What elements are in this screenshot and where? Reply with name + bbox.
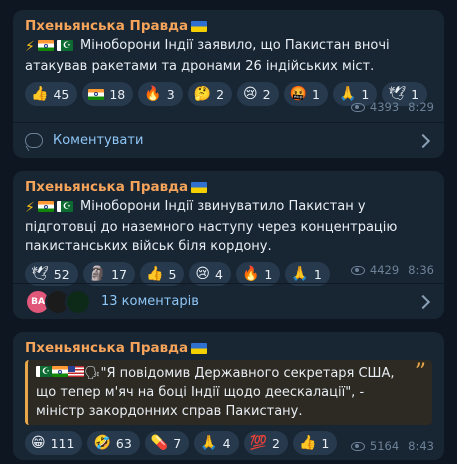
rolling-laughing-icon: 🤣: [93, 435, 111, 451]
message-post-1: Пхеньянська Правда ⚡ Міноборони Індії за…: [13, 10, 444, 158]
hundred-points-icon: 💯: [249, 435, 268, 451]
avatar: [65, 288, 91, 315]
comments-count-label: 13 коментарів: [101, 294, 199, 309]
folded-hands-icon: 🙏: [200, 435, 218, 451]
message-meta: 4429 8:36: [350, 263, 434, 277]
reaction-chip[interactable]: 18: [82, 82, 134, 106]
pakistan-flag-icon: [56, 37, 73, 56]
pakistan-flag-icon: [56, 198, 73, 217]
comment-icon: [25, 133, 43, 148]
chevron-right-icon: [415, 294, 431, 309]
view-count: 5164: [369, 439, 400, 453]
fire-icon: 🔥: [144, 86, 162, 102]
channel-name[interactable]: Пхеньянська Правда: [25, 338, 432, 358]
reaction-chip[interactable]: 👍 1: [292, 431, 338, 455]
reaction-chip[interactable]: 🤣 63: [87, 431, 140, 455]
quote-mark-icon: ”: [414, 360, 426, 385]
pill-icon: 💊: [150, 435, 169, 451]
channel-name[interactable]: Пхеньянська Правда: [25, 16, 432, 36]
folded-hands-icon: 🙏: [291, 266, 309, 282]
ukraine-flag-icon: [191, 182, 208, 193]
eye-icon: [350, 265, 365, 275]
angry-face-icon: 🤬: [289, 86, 308, 102]
dove-icon: 🕊: [31, 266, 49, 282]
thumbs-up-icon: 👍: [146, 266, 164, 282]
view-count: 4429: [369, 263, 400, 277]
india-flag-icon: [37, 40, 54, 51]
lightning-icon: ⚡: [25, 39, 35, 55]
reaction-chip[interactable]: 🤔 2: [187, 82, 233, 106]
reaction-chip[interactable]: 💊 7: [144, 431, 190, 455]
thinking-face-icon: 🤔: [193, 86, 212, 102]
comment-label: Коментувати: [53, 133, 144, 148]
timestamp: 8:29: [408, 100, 434, 114]
view-count: 4393: [369, 100, 400, 114]
thumbs-up-icon: 👍: [31, 86, 49, 102]
timestamp: 8:43: [408, 439, 434, 453]
india-flag-icon: [88, 88, 105, 100]
ukraine-flag-icon: [191, 343, 208, 354]
reaction-chip[interactable]: 🤬 1: [283, 82, 328, 106]
eye-icon: [350, 102, 365, 112]
reaction-chip[interactable]: 😢 2: [237, 82, 279, 106]
message-post-2: Пхеньянська Правда ⚡ Міноборони Індії зв…: [13, 171, 444, 319]
crying-face-icon: 😢: [195, 266, 211, 282]
reaction-chip[interactable]: 🙏 4: [194, 431, 239, 455]
chevron-right-icon: [415, 133, 431, 148]
comment-button[interactable]: Коментувати: [13, 122, 444, 158]
grinning-face-icon: 😁: [31, 435, 46, 451]
message-post-3: Пхеньянська Правда 🗣"Я повідомив Державн…: [13, 332, 444, 460]
reaction-chip[interactable]: 💯 2: [243, 431, 288, 455]
reaction-chip[interactable]: 🔥 3: [138, 82, 183, 106]
timestamp: 8:36: [408, 263, 434, 277]
message-text: ⚡ Міноборони Індії звинуватило Пакистан …: [25, 197, 432, 256]
usa-flag-icon: [68, 366, 84, 377]
eye-icon: [350, 441, 365, 451]
speaking-head-icon: 🗣: [84, 366, 101, 381]
message-meta: 4393 8:29: [350, 100, 434, 114]
message-text: ⚡ Міноборони Індії заявило, що Пакистан …: [25, 36, 432, 76]
crying-face-icon: 😢: [243, 86, 258, 102]
fire-icon: 🔥: [241, 266, 260, 282]
india-flag-icon: [37, 201, 54, 212]
dove-icon: 🕊: [388, 86, 407, 102]
pakistan-flag-icon: [36, 363, 52, 382]
message-meta: 5164 8:43: [350, 439, 434, 453]
channel-name[interactable]: Пхеньянська Правда: [25, 177, 432, 197]
ukraine-flag-icon: [191, 21, 208, 32]
folded-hands-icon: 🙏: [338, 86, 357, 102]
reaction-chip[interactable]: 😁 111: [25, 431, 83, 455]
quote-block: 🗣"Я повідомив Державного секретаря США, …: [25, 360, 432, 425]
commenter-avatars: BA: [25, 288, 91, 315]
india-flag-icon: [52, 366, 68, 377]
comments-button[interactable]: BA 13 коментарів: [13, 283, 444, 319]
thumbs-up-icon: 👍: [298, 435, 317, 451]
lightning-icon: ⚡: [25, 200, 35, 216]
moai-icon: 🗿: [88, 266, 107, 282]
reaction-chip[interactable]: 👍 45: [25, 82, 78, 106]
